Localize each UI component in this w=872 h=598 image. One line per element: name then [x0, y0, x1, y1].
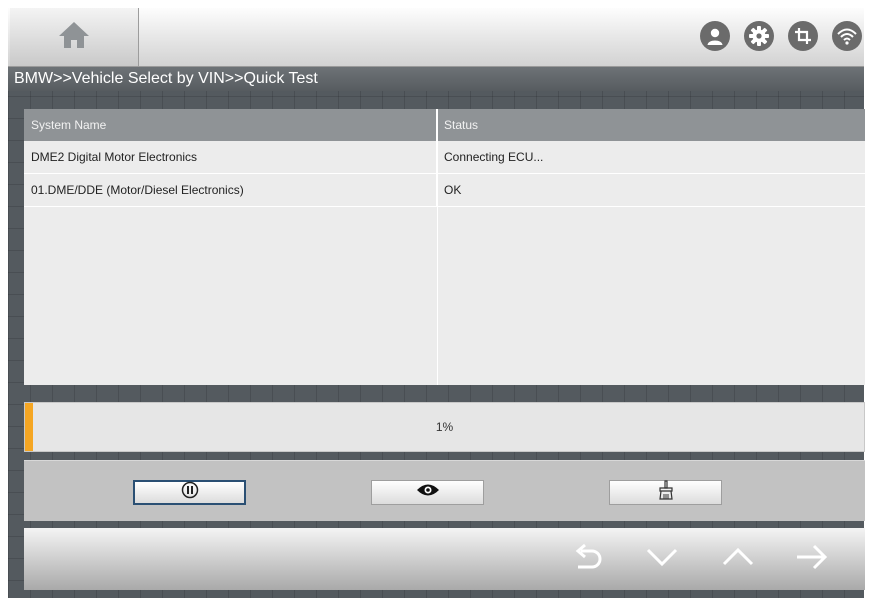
- home-button[interactable]: [10, 8, 139, 66]
- forward-icon: [795, 543, 829, 576]
- column-divider: [437, 109, 438, 385]
- table-row[interactable]: DME2 Digital Motor Electronics Connectin…: [24, 141, 865, 174]
- up-icon: [722, 547, 754, 572]
- table-header: System Name Status: [24, 109, 865, 141]
- bottom-nav-bar: [24, 528, 865, 590]
- down-icon: [646, 547, 678, 572]
- screenshot-icon[interactable]: [788, 21, 818, 51]
- forward-button[interactable]: [794, 541, 830, 577]
- back-button[interactable]: [570, 541, 606, 577]
- back-icon: [572, 542, 604, 577]
- view-button[interactable]: [371, 480, 484, 505]
- progress-label: 1%: [435, 420, 454, 434]
- column-header-system-name: System Name: [24, 109, 437, 141]
- progress-bar: 1%: [24, 402, 865, 452]
- table-row[interactable]: 01.DME/DDE (Motor/Diesel Electronics) OK: [24, 174, 865, 207]
- gear-icon[interactable]: [744, 21, 774, 51]
- eye-icon: [416, 483, 440, 502]
- user-icon[interactable]: [700, 21, 730, 51]
- column-header-status: Status: [444, 118, 479, 132]
- clear-icon: [656, 480, 676, 505]
- scroll-up-button[interactable]: [720, 541, 756, 577]
- system-table: System Name Status DME2 Digital Motor El…: [24, 109, 865, 385]
- top-toolbar: [8, 8, 864, 67]
- status-cell: Connecting ECU...: [444, 150, 544, 164]
- action-bar: [24, 460, 865, 521]
- clear-button[interactable]: [609, 480, 722, 505]
- wifi-icon[interactable]: [832, 21, 862, 51]
- pause-icon: [181, 481, 199, 504]
- system-name-cell: DME2 Digital Motor Electronics: [24, 141, 437, 173]
- home-icon: [57, 20, 91, 55]
- pause-button[interactable]: [133, 480, 246, 505]
- breadcrumb: BMW>>Vehicle Select by VIN>>Quick Test: [8, 67, 864, 91]
- app-frame: BMW>>Vehicle Select by VIN>>Quick Test S…: [8, 8, 865, 598]
- scroll-down-button[interactable]: [644, 541, 680, 577]
- status-cell: OK: [444, 183, 462, 197]
- system-name-cell: 01.DME/DDE (Motor/Diesel Electronics): [24, 174, 437, 206]
